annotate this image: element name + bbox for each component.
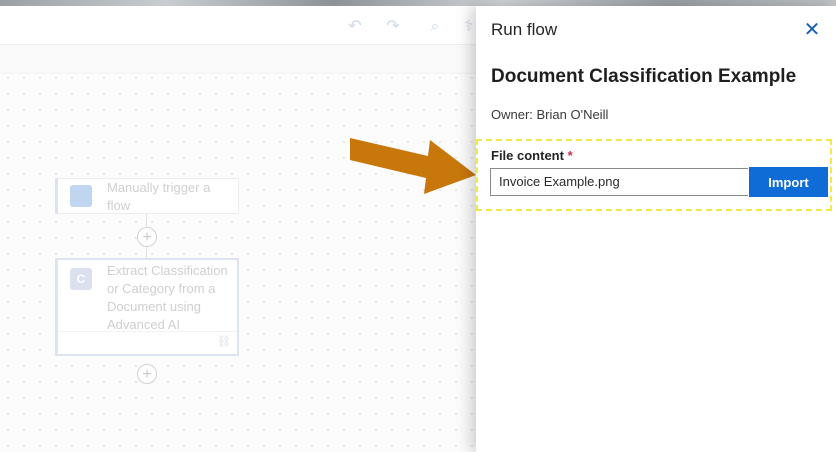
import-button[interactable]: Import [749, 167, 828, 197]
run-flow-panel: Run flow ✕ Document Classification Examp… [476, 6, 836, 452]
close-icon[interactable]: ✕ [802, 20, 822, 40]
canvas-scrim [0, 6, 476, 452]
file-content-input[interactable]: Invoice Example.png [490, 168, 748, 196]
annotation-arrow [350, 138, 476, 194]
flow-name: Document Classification Example [491, 66, 797, 87]
required-mark: * [567, 148, 573, 163]
panel-title: Run flow [491, 20, 558, 39]
file-content-label: File content * [491, 148, 573, 163]
field-label-text: File content [491, 148, 564, 163]
owner-text: Owner: Brian O'Neill [491, 107, 609, 122]
